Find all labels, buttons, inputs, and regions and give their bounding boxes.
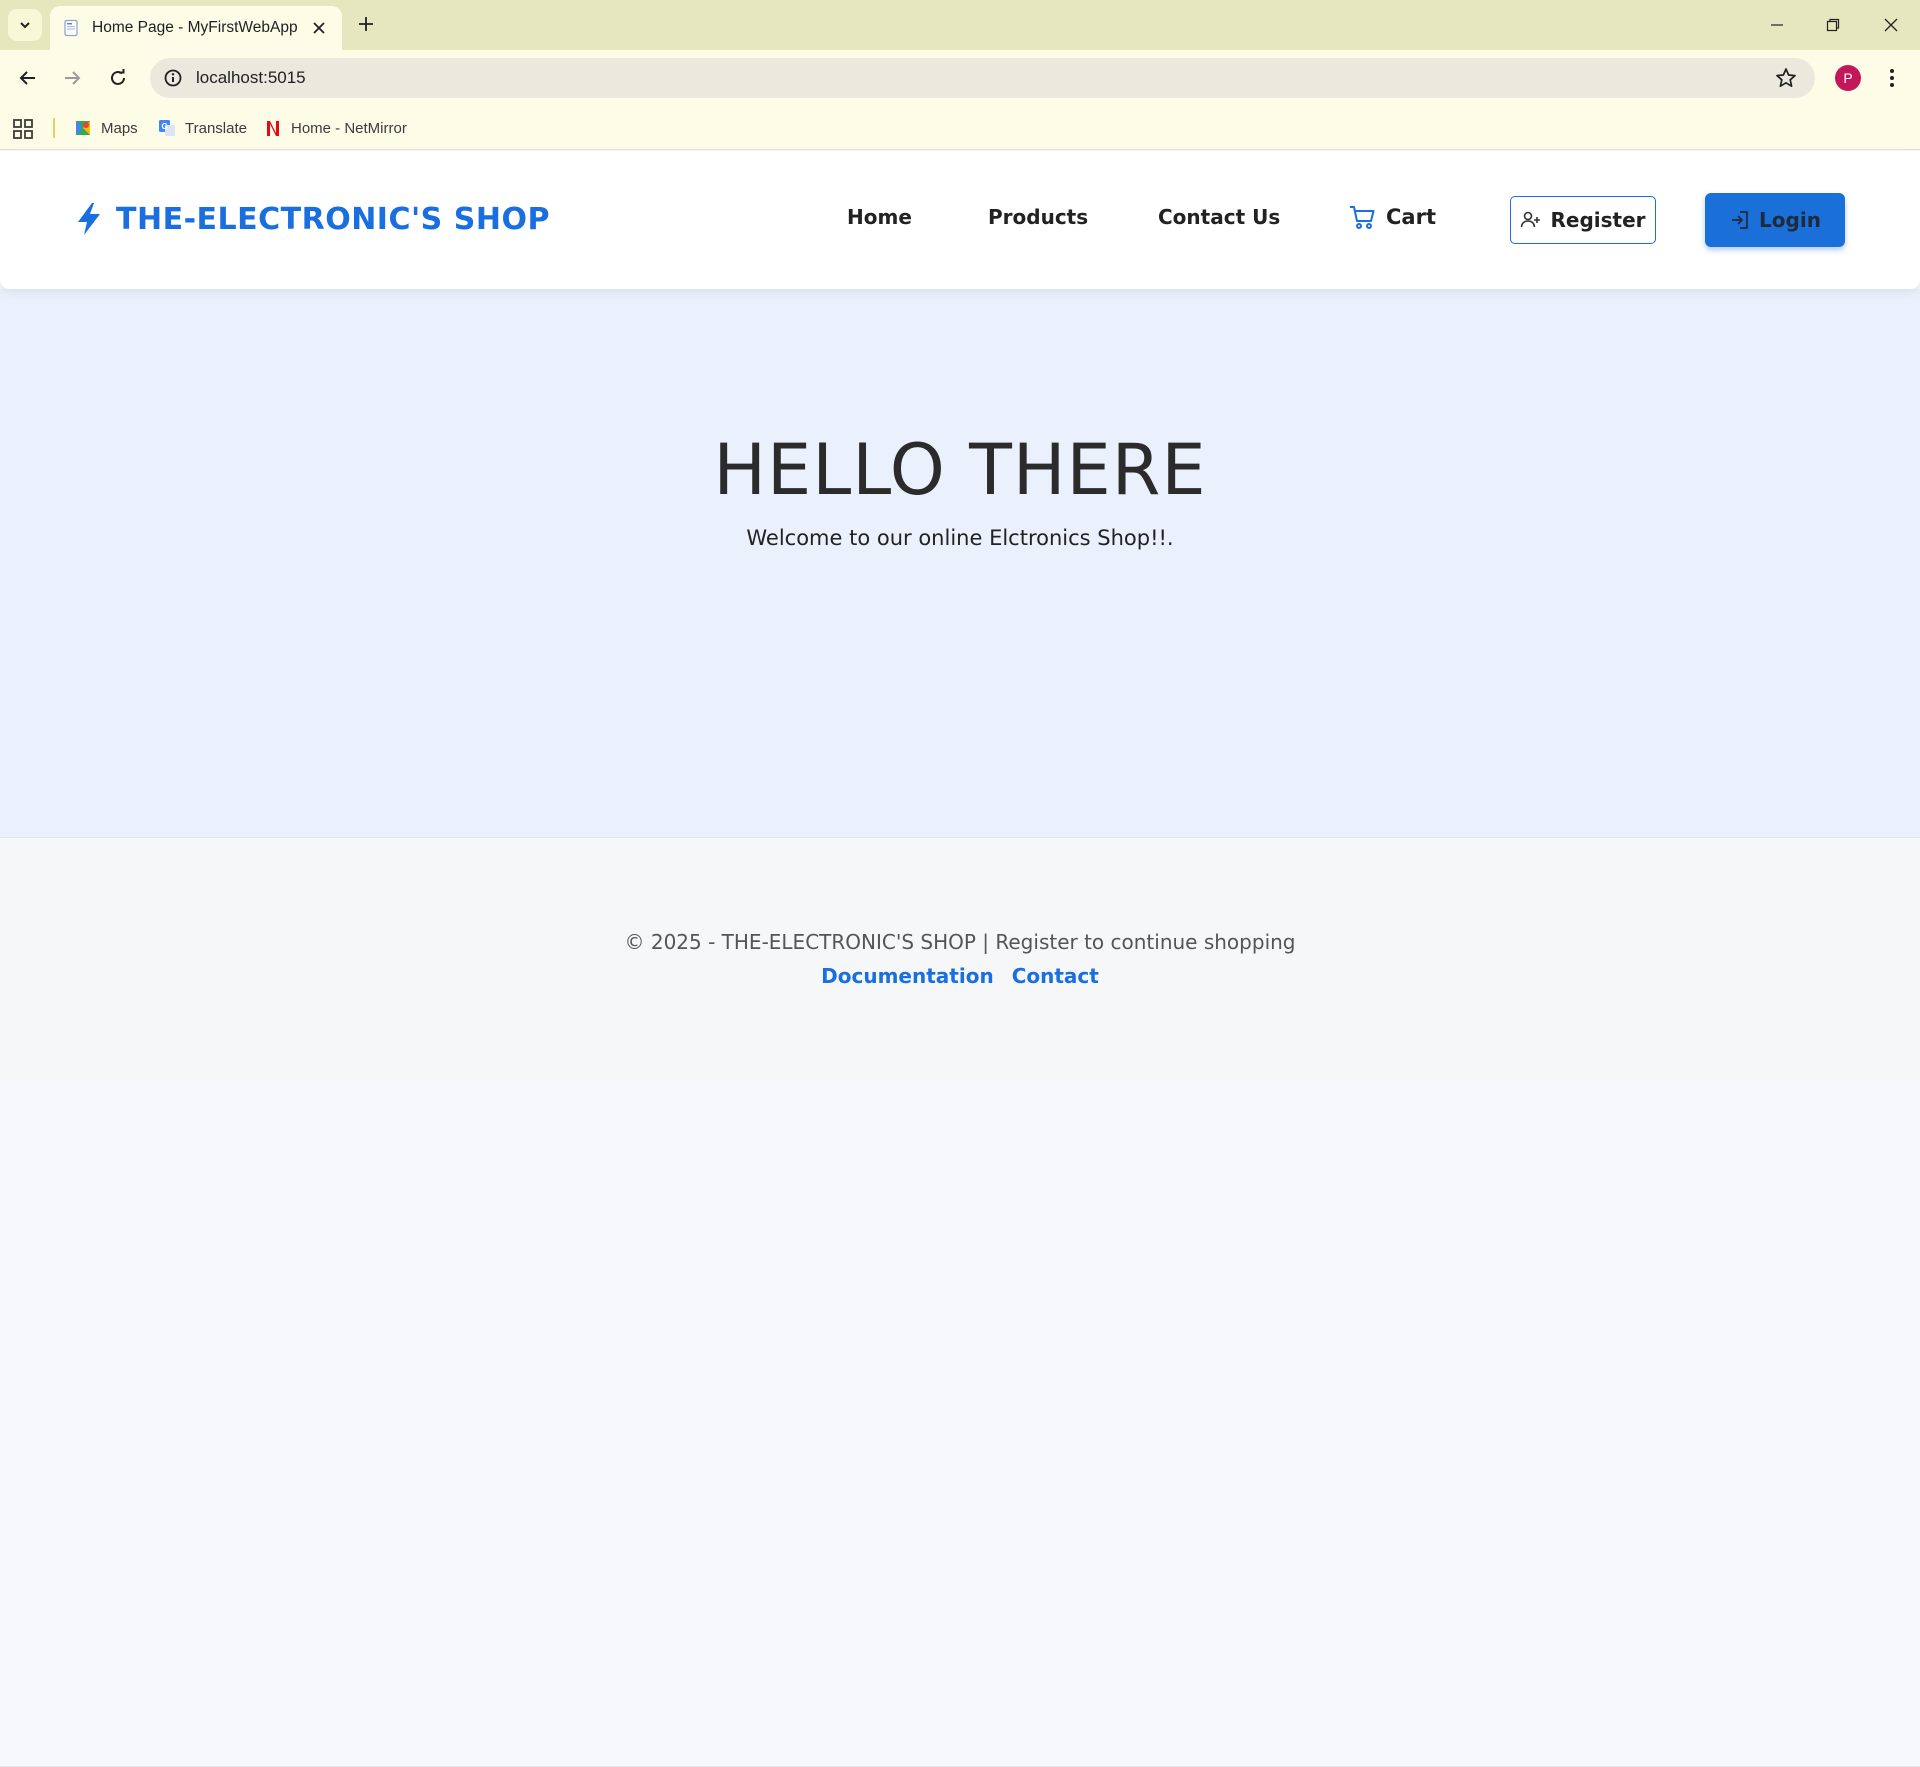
plus-icon [359,17,373,31]
bookmark-label: Maps [101,119,138,137]
register-label: Register [1550,208,1646,232]
close-icon [1884,18,1898,32]
hero-section: HELLO THERE Welcome to our online Elctro… [0,289,1920,837]
browser-menu-button[interactable] [1880,62,1904,94]
page-favicon-icon [64,19,78,37]
reload-icon [111,69,125,85]
brand-name: THE-ELECTRONIC'S SHOP [116,201,550,237]
nav-cart-link[interactable]: Cart [1348,203,1436,231]
browser-tab-active[interactable]: Home Page - MyFirstWebApp [50,6,342,50]
arrow-right-icon [65,71,81,85]
site-footer: © 2025 - THE-ELECTRONIC'S SHOP | Registe… [0,837,1920,1767]
bookmark-label: Home - NetMirror [291,119,407,137]
maps-icon [76,121,90,135]
translate-icon: G [159,120,175,136]
login-button[interactable]: Login [1705,193,1845,247]
nav-contact-link[interactable]: Contact Us [1158,205,1280,229]
tab-title: Home Page - MyFirstWebApp [92,19,298,36]
footer-documentation-link[interactable]: Documentation [821,964,994,988]
nav-products-link[interactable]: Products [988,205,1088,229]
site-info-icon[interactable] [162,67,184,89]
url-text: localhost:5015 [196,68,306,87]
bookmark-translate[interactable]: G Translate [157,114,247,142]
minimize-icon [1771,24,1783,26]
tab-search-button[interactable] [8,9,42,41]
lightning-bolt-icon [78,203,100,235]
browser-tab-strip: Home Page - MyFirstWebApp [0,0,1920,50]
netmirror-icon [267,121,279,136]
hero-subtitle: Welcome to our online Elctronics Shop!!. [746,526,1174,550]
restore-button[interactable] [1804,0,1862,50]
nav-home-link[interactable]: Home [847,205,912,229]
restore-icon [1826,18,1840,32]
site-navbar: THE-ELECTRONIC'S SHOP Home Products Cont… [0,151,1920,289]
hero-heading: HELLO THERE [713,429,1207,511]
cart-label: Cart [1386,205,1436,229]
footer-contact-link[interactable]: Contact [1012,964,1099,988]
chevron-down-icon [20,22,30,29]
close-window-button[interactable] [1862,0,1920,50]
profile-avatar[interactable]: P [1835,65,1861,91]
minimize-button[interactable] [1748,0,1806,50]
cart-icon [1350,206,1375,229]
login-icon [1732,211,1748,229]
bookmarks-separator [53,118,55,138]
reload-button[interactable] [102,62,134,94]
address-bar[interactable]: localhost:5015 [150,58,1815,98]
bookmarks-bar: Maps G Translate Home - NetMirror [0,106,1920,150]
login-label: Login [1759,208,1821,232]
register-button[interactable]: Register [1510,196,1656,244]
bookmark-netmirror[interactable]: Home - NetMirror [263,114,407,142]
bookmark-label: Translate [185,119,247,137]
bookmark-maps[interactable]: Maps [73,114,138,142]
close-tab-icon[interactable] [308,17,330,39]
brand-logo-link[interactable]: THE-ELECTRONIC'S SHOP [74,199,550,239]
svg-text:G: G [162,122,168,131]
footer-links: Documentation Contact [0,964,1920,988]
back-button[interactable] [12,62,44,94]
arrow-left-icon [19,71,35,85]
user-plus-icon [1521,211,1541,228]
bookmark-star-icon[interactable] [1775,67,1797,89]
new-tab-button[interactable] [352,10,380,38]
more-vertical-icon [1890,69,1894,87]
browser-toolbar: localhost:5015 P [0,50,1920,106]
footer-copyright: © 2025 - THE-ELECTRONIC'S SHOP | Registe… [624,930,1296,954]
web-page: THE-ELECTRONIC'S SHOP Home Products Cont… [0,151,1920,1767]
apps-grid-icon[interactable] [12,118,34,140]
forward-button[interactable] [56,62,88,94]
